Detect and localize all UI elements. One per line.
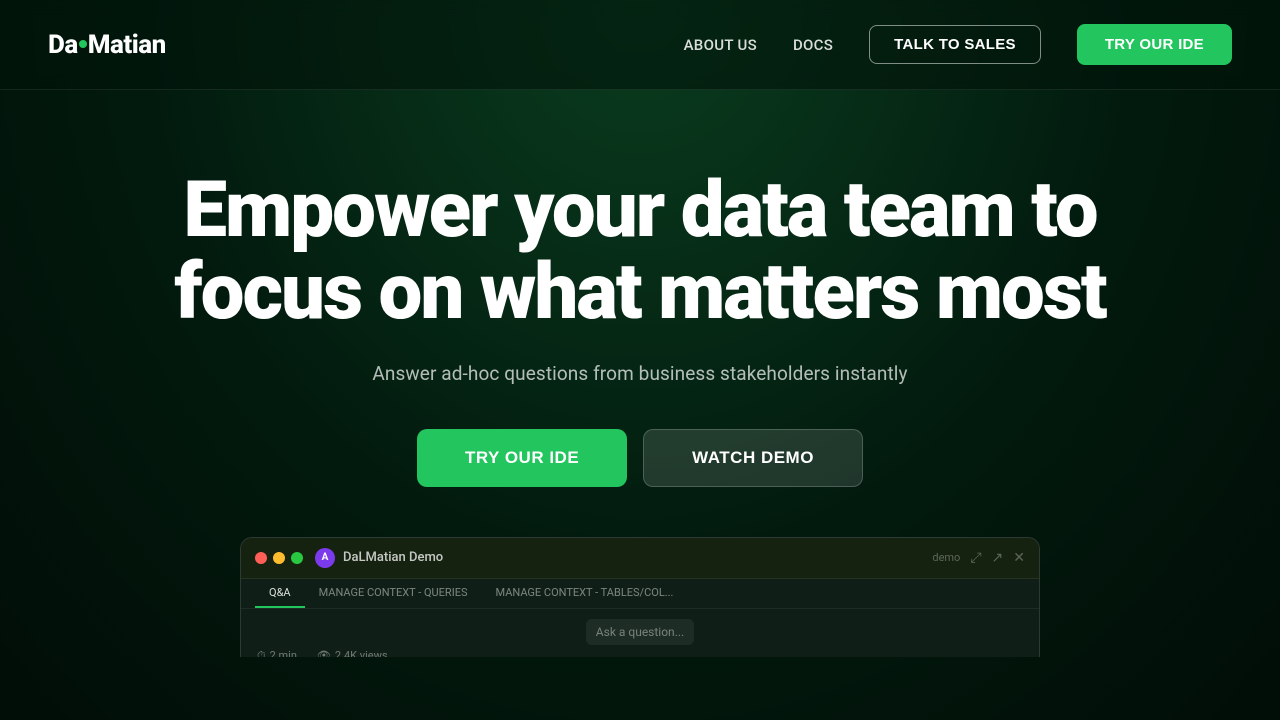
nav-docs[interactable]: DOCS — [793, 36, 833, 54]
logo[interactable]: DaMatian — [48, 30, 166, 60]
traffic-lights — [255, 552, 303, 564]
logo-dot — [79, 40, 87, 48]
demo-tab-qa[interactable]: Q&A — [255, 579, 305, 608]
demo-meta-time: ⏱ 2 min — [257, 649, 297, 657]
share-icon[interactable]: ⤢ — [970, 550, 981, 566]
hero-section: Empower your data team to focus on what … — [0, 90, 1280, 647]
demo-title-area: A DaLMatian Demo — [315, 548, 443, 568]
demo-tab-context-tables[interactable]: MANAGE CONTEXT - TABLES/COL... — [482, 579, 688, 608]
demo-input[interactable]: Ask a question... — [586, 619, 694, 645]
close-button-icon[interactable] — [255, 552, 267, 564]
maximize-button-icon[interactable] — [291, 552, 303, 564]
demo-views: 2.4K views — [335, 649, 388, 657]
hero-subtitle: Answer ad-hoc questions from business st… — [372, 362, 907, 385]
page-wrapper: DaMatian ABOUT US DOCS TALK TO SALES TRY… — [0, 0, 1280, 720]
nav-links: ABOUT US DOCS TALK TO SALES TRY OUR IDE — [684, 24, 1232, 65]
demo-title-text: DaLMatian Demo — [343, 550, 443, 565]
hero-watch-demo-button[interactable]: WATCH DEMO — [643, 429, 863, 487]
eye-icon: 👁 — [317, 649, 331, 657]
demo-meta: ⏱ 2 min 👁 2.4K views — [257, 649, 1023, 657]
talk-to-sales-button[interactable]: TALK TO SALES — [869, 25, 1041, 64]
nav-try-ide-button[interactable]: TRY OUR IDE — [1077, 24, 1232, 65]
hero-try-ide-button[interactable]: TRY OUR IDE — [417, 429, 627, 487]
demo-tabs: Q&A MANAGE CONTEXT - QUERIES MANAGE CONT… — [241, 579, 1039, 609]
demo-url: demo — [932, 551, 960, 564]
demo-meta-views: 👁 2.4K views — [317, 649, 388, 657]
minimize-button-icon[interactable] — [273, 552, 285, 564]
hero-title: Empower your data team to focus on what … — [115, 170, 1165, 334]
hero-buttons: TRY OUR IDE WATCH DEMO — [417, 429, 863, 487]
demo-preview: A DaLMatian Demo demo ⤢ ↗ ✕ Q&A MANAGE C… — [240, 527, 1040, 647]
demo-titlebar: A DaLMatian Demo demo ⤢ ↗ ✕ — [241, 538, 1039, 579]
clock-icon: ⏱ — [257, 649, 266, 657]
demo-time: 2 min — [270, 649, 297, 657]
demo-avatar: A — [315, 548, 335, 568]
nav-about-us[interactable]: ABOUT US — [684, 36, 757, 54]
demo-tab-context-queries[interactable]: MANAGE CONTEXT - QUERIES — [305, 579, 482, 608]
demo-body: Ask a question... ⏱ 2 min 👁 2.4K views — [241, 609, 1039, 657]
close-icon[interactable]: ✕ — [1013, 550, 1025, 566]
navbar: DaMatian ABOUT US DOCS TALK TO SALES TRY… — [0, 0, 1280, 90]
external-link-icon[interactable]: ↗ — [992, 550, 1004, 566]
demo-window: A DaLMatian Demo demo ⤢ ↗ ✕ Q&A MANAGE C… — [240, 537, 1040, 657]
